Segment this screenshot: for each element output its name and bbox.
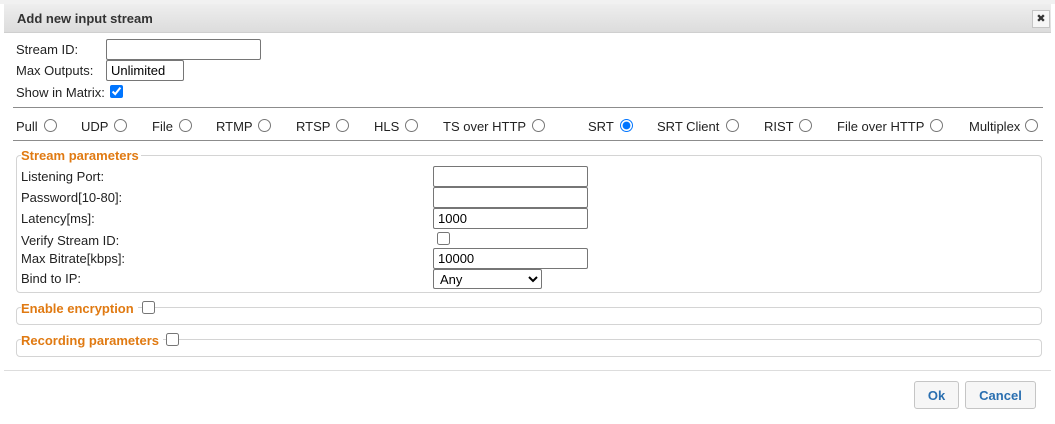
listening-port-label: Listening Port: — [21, 169, 105, 184]
bind-to-ip-label: Bind to IP: — [21, 271, 81, 286]
recording-legend: Recording parameters — [21, 333, 163, 348]
recording-parameters-checkbox[interactable] — [166, 333, 179, 346]
encryption-legend: Enable encryption — [21, 301, 138, 316]
radio-udp[interactable] — [114, 119, 127, 132]
radio-hls[interactable] — [405, 119, 418, 132]
show-in-matrix-label: Show in Matrix: — [16, 85, 105, 100]
max-outputs-input[interactable] — [106, 60, 184, 81]
stream-type-label-rtmp: RTMP — [216, 119, 253, 134]
radio-rtsp[interactable] — [336, 119, 349, 132]
encryption-fieldset — [16, 307, 1042, 325]
password-input[interactable] — [433, 187, 588, 208]
close-icon[interactable]: ✖ — [1032, 10, 1050, 28]
stream-type-label-srt: SRT — [588, 119, 614, 134]
stream-type-label-hls: HLS — [374, 119, 400, 134]
stream-type-label-ts-over-http: TS over HTTP — [443, 119, 527, 134]
latency-label: Latency[ms]: — [21, 211, 95, 226]
radio-rist[interactable] — [799, 119, 812, 132]
password-label: Password[10-80]: — [21, 190, 123, 205]
stream-type-label-rtsp: RTSP — [296, 119, 331, 134]
radio-multiplex[interactable] — [1025, 119, 1038, 132]
stream-type-label-udp: UDP — [81, 119, 109, 134]
stream-type-label-pull: Pull — [16, 119, 38, 134]
show-in-matrix-checkbox[interactable] — [110, 85, 123, 98]
radio-rtmp[interactable] — [258, 119, 271, 132]
enable-encryption-checkbox[interactable] — [142, 301, 155, 314]
cancel-button[interactable]: Cancel — [965, 381, 1036, 409]
dialog-title: Add new input stream — [17, 11, 153, 26]
stream-id-input[interactable] — [106, 39, 261, 60]
stream-type-label-rist: RIST — [764, 119, 794, 134]
verify-stream-id-checkbox[interactable] — [437, 232, 450, 245]
separator-bottom — [13, 140, 1043, 141]
max-bitrate-label: Max Bitrate[kbps]: — [21, 251, 126, 266]
radio-file[interactable] — [179, 119, 192, 132]
bind-to-ip-select[interactable]: Any — [433, 269, 542, 289]
stream-type-label-file-over-http: File over HTTP — [837, 119, 925, 134]
stream-id-label: Stream ID: — [16, 42, 79, 57]
radio-srt-client[interactable] — [726, 119, 739, 132]
stream-type-label-srt-client: SRT Client — [657, 119, 720, 134]
max-bitrate-input[interactable] — [433, 248, 588, 269]
max-outputs-label: Max Outputs: — [16, 63, 94, 78]
radio-srt[interactable] — [620, 119, 633, 132]
radio-ts-over-http[interactable] — [532, 119, 545, 132]
latency-input[interactable] — [433, 208, 588, 229]
radio-pull[interactable] — [44, 119, 57, 132]
stream-type-label-file: File — [152, 119, 173, 134]
listening-port-input[interactable] — [433, 166, 588, 187]
stream-parameters-legend: Stream parameters — [21, 148, 141, 163]
verify-stream-id-label: Verify Stream ID: — [21, 233, 120, 248]
ok-button[interactable]: Ok — [914, 381, 959, 409]
radio-file-over-http[interactable] — [930, 119, 943, 132]
dialog-titlebar[interactable]: Add new input stream ✖ — [4, 4, 1051, 33]
footer-separator — [4, 370, 1051, 371]
stream-type-label-multiplex: Multiplex — [969, 119, 1021, 134]
separator-top — [13, 107, 1043, 108]
